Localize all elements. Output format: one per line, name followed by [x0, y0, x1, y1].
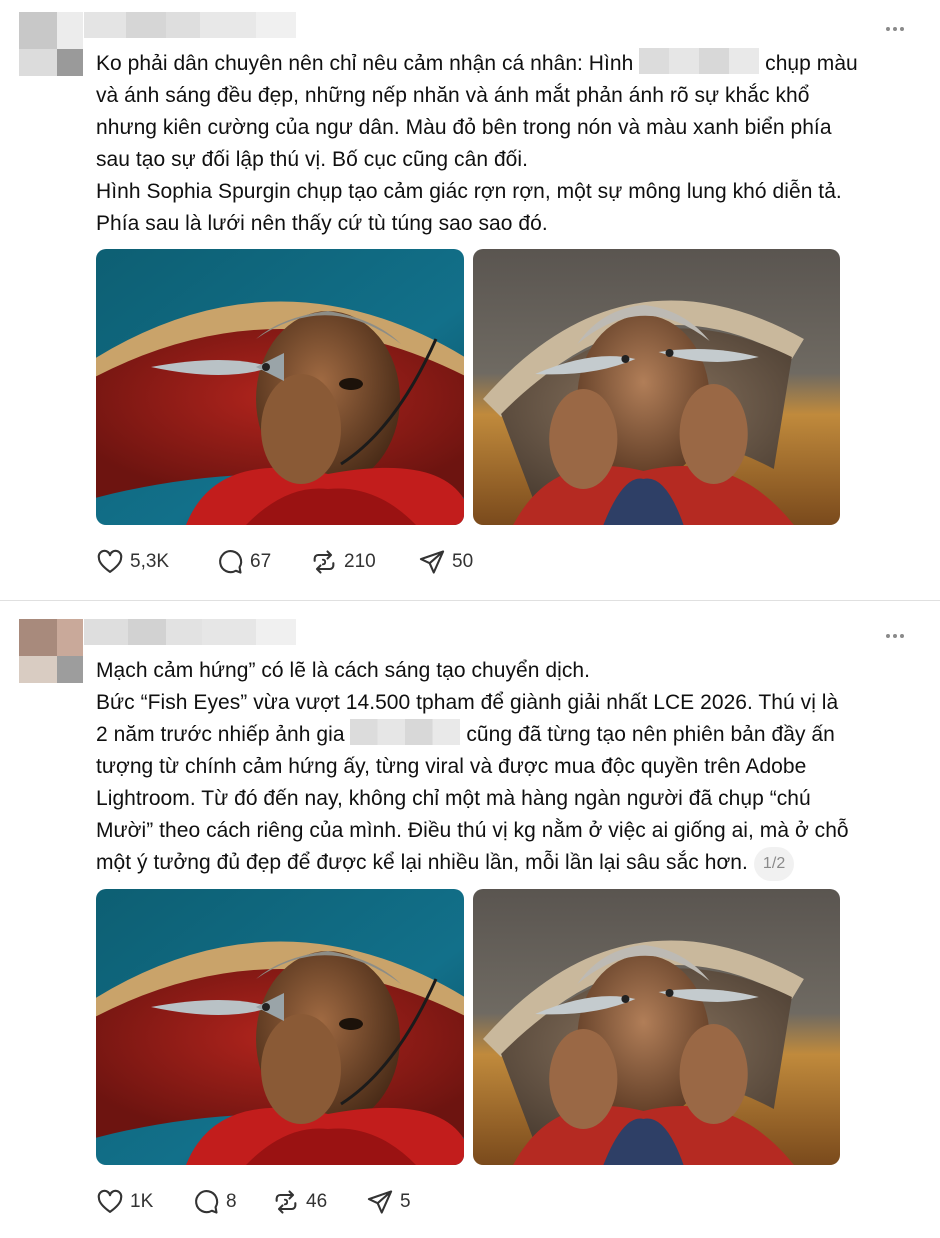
- post-text-line: Hình Sophia Spurgin chụp tạo cảm giác rợ…: [96, 180, 842, 203]
- like-button[interactable]: 1K: [96, 1188, 192, 1216]
- repost-icon: [310, 548, 338, 576]
- share-count: 50: [452, 551, 474, 572]
- share-button[interactable]: 5: [366, 1188, 411, 1216]
- username-redacted[interactable]: [84, 12, 296, 38]
- post-text-line: nhưng kiên cường của ngư dân. Màu đỏ bên…: [96, 116, 832, 139]
- post-photo[interactable]: [96, 889, 464, 1165]
- share-icon: [366, 1188, 394, 1216]
- like-count: 1K: [130, 1191, 154, 1212]
- comment-icon: [192, 1188, 220, 1216]
- post-text-line: Bức “Fish Eyes” vừa vượt 14.500 tpham để…: [96, 691, 839, 714]
- comment-icon: [216, 548, 244, 576]
- share-count: 5: [400, 1191, 411, 1212]
- post-text-line: một ý tưởng đủ đẹp để được kể lại nhiều …: [96, 847, 916, 881]
- repost-count: 46: [306, 1191, 328, 1212]
- reply-button[interactable]: 8: [192, 1188, 272, 1216]
- repost-button[interactable]: 210: [310, 548, 418, 576]
- redacted-name: [639, 48, 760, 74]
- post-text-line: Ko phải dân chuyên nên chỉ nêu cảm nhận …: [96, 48, 916, 80]
- post-actions: 1K 8 46 5: [96, 1187, 411, 1217]
- avatar[interactable]: [19, 12, 83, 76]
- repost-icon: [272, 1188, 300, 1216]
- post-text: Mạch cảm hứng” có lẽ là cách sáng tạo ch…: [96, 655, 916, 881]
- post-text-line: và ánh sáng đều đẹp, những nếp nhăn và á…: [96, 84, 810, 107]
- post-text-line: tượng từ chính cảm hứng ấy, từng viral v…: [96, 755, 807, 778]
- post-text-line: Mạch cảm hứng” có lẽ là cách sáng tạo ch…: [96, 659, 590, 682]
- page-indicator[interactable]: 1/2: [753, 847, 795, 881]
- post-text-line: Lightroom. Từ đó đến nay, không chỉ một …: [96, 787, 811, 810]
- reply-count: 67: [250, 551, 272, 572]
- thread-post: Mạch cảm hứng” có lẽ là cách sáng tạo ch…: [0, 601, 940, 1238]
- post-photo[interactable]: [473, 889, 840, 1165]
- post-text: Ko phải dân chuyên nên chỉ nêu cảm nhận …: [96, 48, 916, 240]
- post-text-line: 2 năm trước nhiếp ảnh gia cũng đã từng t…: [96, 719, 916, 751]
- post-text-line: Mười” theo cách riêng của mình. Điều thú…: [96, 819, 849, 842]
- reply-button[interactable]: 67: [216, 548, 310, 576]
- like-button[interactable]: 5,3K: [96, 548, 216, 576]
- avatar[interactable]: [19, 619, 83, 683]
- redacted-name: [350, 719, 461, 745]
- heart-icon: [96, 548, 124, 576]
- post-text-line: sau tạo sự đối lập thú vị. Bố cục cũng c…: [96, 148, 528, 171]
- thread-post: Ko phải dân chuyên nên chỉ nêu cảm nhận …: [0, 0, 940, 600]
- username-redacted[interactable]: [84, 619, 296, 645]
- repost-button[interactable]: 46: [272, 1188, 366, 1216]
- reply-count: 8: [226, 1191, 237, 1212]
- like-count: 5,3K: [130, 551, 170, 572]
- more-options-icon[interactable]: [880, 22, 910, 36]
- more-options-icon[interactable]: [880, 629, 910, 643]
- repost-count: 210: [344, 551, 376, 572]
- post-text-line: Phía sau là lưới nên thấy cứ tù túng sao…: [96, 212, 548, 235]
- share-button[interactable]: 50: [418, 548, 473, 576]
- share-icon: [418, 548, 446, 576]
- heart-icon: [96, 1188, 124, 1216]
- post-actions: 5,3K 67 210 50: [96, 547, 473, 577]
- post-photo[interactable]: [96, 249, 464, 525]
- post-photo[interactable]: [473, 249, 840, 525]
